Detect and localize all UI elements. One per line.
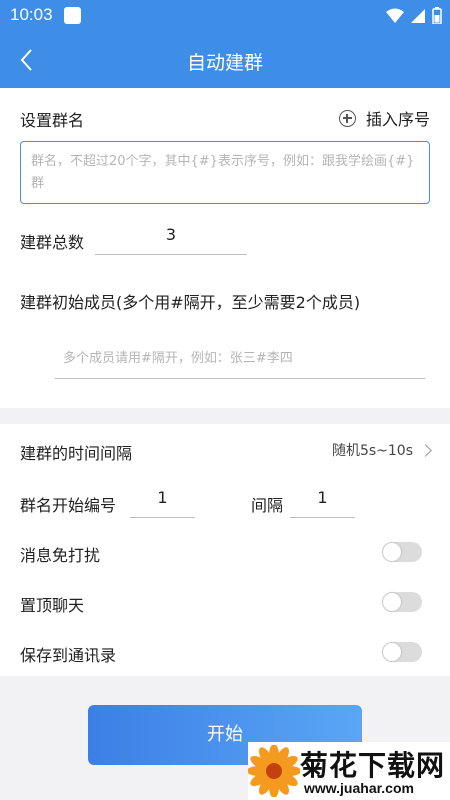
chevron-right-icon xyxy=(419,443,432,457)
flower-logo-icon xyxy=(248,745,300,797)
watermark-url: www.juahar.com xyxy=(304,780,414,796)
start-number-input[interactable]: 1 xyxy=(130,488,195,518)
members-input[interactable]: 多个成员请用#隔开，例如：张三#李四 xyxy=(55,341,425,379)
interval-value: 随机5s~10s xyxy=(331,443,413,459)
status-icons xyxy=(386,7,442,24)
insert-number-label: 插入序号 xyxy=(365,110,430,129)
step-input[interactable]: 1 xyxy=(290,488,355,518)
toggle-label: 消息免打扰 xyxy=(20,546,101,565)
group-name-input[interactable]: 群名，不超过20个字，其中{#}表示序号，例如：跟我学绘画{#}群 xyxy=(20,141,430,204)
status-time: 10:03 xyxy=(10,5,53,24)
do-not-disturb-toggle[interactable] xyxy=(382,542,422,562)
toggle-label: 置顶聊天 xyxy=(20,596,85,615)
total-label: 建群总数 xyxy=(20,233,85,252)
plus-circle-icon xyxy=(338,109,356,127)
app-bar: 自动建群 xyxy=(0,32,450,88)
members-placeholder: 多个成员请用#隔开，例如：张三#李四 xyxy=(63,351,293,366)
signal-icon xyxy=(411,8,425,23)
group-name-label: 设置群名 xyxy=(20,111,85,130)
battery-icon xyxy=(432,7,442,24)
toggle-knob xyxy=(383,593,401,611)
interval-selector[interactable]: 随机5s~10s xyxy=(331,440,432,460)
watermark-title: 菊花下载网 xyxy=(300,749,446,782)
group-name-placeholder: 群名，不超过20个字，其中{#}表示序号，例如：跟我学绘画{#}群 xyxy=(31,154,415,191)
total-input[interactable]: 3 xyxy=(95,225,247,255)
interval-label: 建群的时间间隔 xyxy=(20,444,133,463)
group-settings-card: 设置群名 插入序号 群名，不超过20个字，其中{#}表示序号，例如：跟我学绘画{… xyxy=(0,88,450,408)
members-label: 建群初始成员(多个用#隔开，至少需要2个成员) xyxy=(20,293,361,312)
options-card: 建群的时间间隔 随机5s~10s 群名开始编号 1 间隔 1 消息免打扰 置顶聊… xyxy=(0,424,450,676)
toggle-knob xyxy=(383,543,401,561)
step-label: 间隔 xyxy=(251,496,284,515)
toggle-label: 保存到通讯录 xyxy=(20,646,117,665)
start-number-label: 群名开始编号 xyxy=(20,496,117,515)
notification-icon xyxy=(64,7,81,24)
pin-chat-toggle[interactable] xyxy=(382,592,422,612)
watermark: 菊花下载网 www.juahar.com xyxy=(248,742,450,800)
status-bar: 10:03 xyxy=(0,0,450,32)
wifi-icon xyxy=(386,8,404,23)
page-title: 自动建群 xyxy=(186,52,263,74)
save-contacts-toggle[interactable] xyxy=(382,642,422,662)
insert-number-button[interactable]: 插入序号 xyxy=(338,106,430,130)
toggle-knob xyxy=(383,643,401,661)
